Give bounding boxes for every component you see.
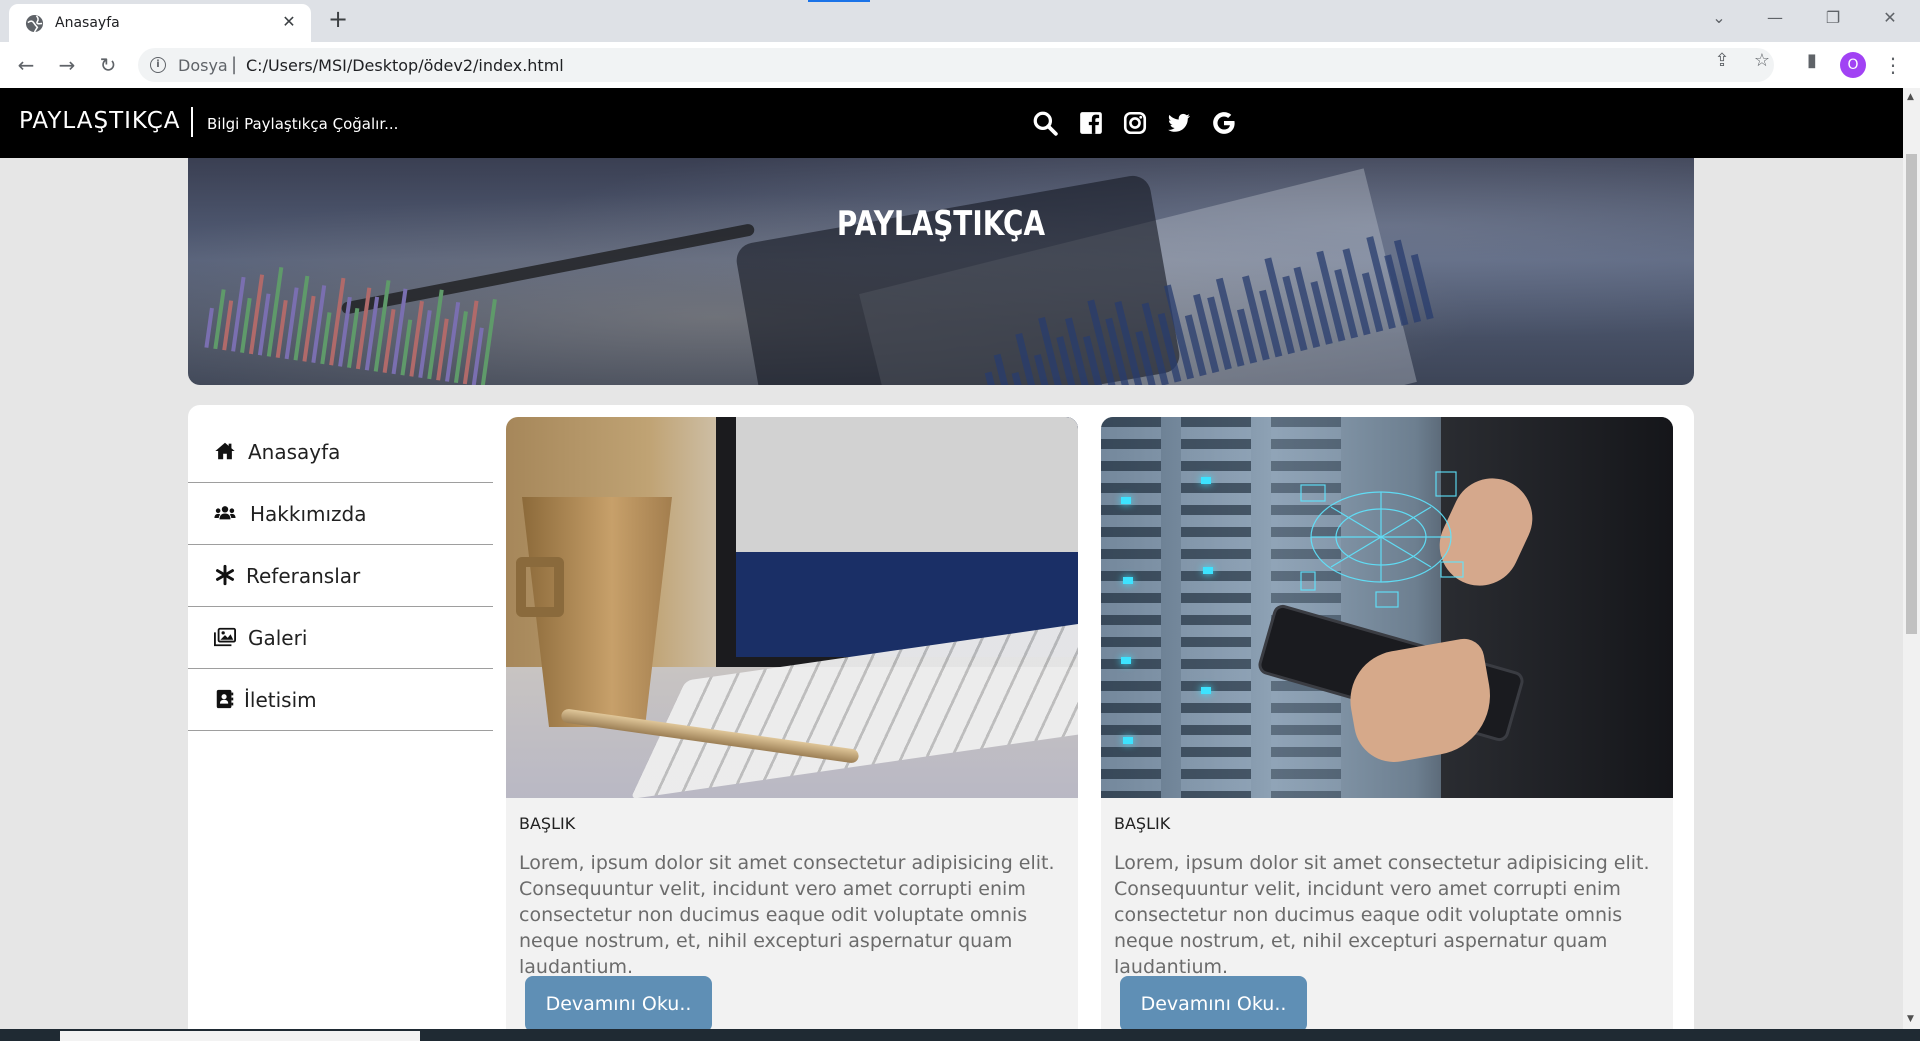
address-bar[interactable]: i Dosya | C:/Users/MSI/Desktop/ödev2/ind… [138, 48, 1774, 82]
sidebar-item-galeri[interactable]: Galeri [188, 607, 493, 669]
twitter-icon[interactable] [1166, 110, 1192, 136]
server-led [1203, 567, 1213, 574]
sidebar-item-label: Galeri [248, 626, 308, 650]
address-separator: | [231, 54, 238, 75]
hero-banner: PAYLAŞTIKÇA [188, 158, 1694, 385]
server-led [1121, 657, 1131, 664]
site-navbar: PAYLAŞTIKÇA Bilgi Paylaştıkça Çoğalır... [0, 88, 1903, 158]
reload-icon[interactable]: ↻ [96, 53, 120, 77]
taskbar-search-box[interactable] [60, 1031, 420, 1041]
sidebar-item-label: Referanslar [246, 564, 361, 588]
brand-divider [191, 107, 193, 137]
side-panel-icon[interactable]: ▮ [1802, 51, 1822, 71]
contact-book-icon [214, 688, 236, 710]
site-brand[interactable]: PAYLAŞTIKÇA [19, 108, 181, 134]
server-rack-graphic [1181, 417, 1251, 798]
share-icon[interactable]: ⇪ [1712, 51, 1732, 71]
site-tagline: Bilgi Paylaştıkça Çoğalır... [207, 115, 399, 133]
sidebar-item-anasayfa[interactable]: Anasayfa [188, 421, 493, 483]
card-text: Lorem, ipsum dolor sit amet consectetur … [1114, 852, 1650, 978]
main-content: Anasayfa Hakkımızda Referanslar Galeri İ… [188, 405, 1694, 1029]
sidebar-item-iletisim[interactable]: İletisim [188, 669, 493, 731]
browser-tab[interactable]: Anasayfa ✕ [9, 4, 311, 42]
sidebar-item-label: İletisim [244, 688, 317, 712]
tab-strip-indicator [808, 0, 870, 2]
server-led [1123, 577, 1133, 584]
server-led [1201, 477, 1211, 484]
browser-tab-bar: Anasayfa ✕ + ⌄ — ❐ ✕ [0, 0, 1920, 42]
back-arrow-icon[interactable]: ← [14, 53, 38, 77]
facebook-icon[interactable] [1078, 110, 1104, 136]
images-icon [214, 626, 236, 648]
scroll-up-arrow-icon[interactable]: ▲ [1907, 92, 1914, 102]
sidebar-menu: Anasayfa Hakkımızda Referanslar Galeri İ… [188, 421, 493, 731]
hero-title: PAYLAŞTIKÇA [836, 204, 1046, 244]
forward-arrow-icon[interactable]: → [55, 53, 79, 77]
asterisk-icon [214, 564, 236, 586]
sidebar-item-label: Hakkımızda [250, 502, 367, 526]
globe-icon [25, 14, 44, 33]
bookmark-star-icon[interactable]: ☆ [1752, 51, 1772, 71]
address-url[interactable]: C:/Users/MSI/Desktop/ödev2/index.html [246, 56, 564, 75]
article-card: BAŞLIK Lorem, ipsum dolor sit amet conse… [506, 417, 1078, 1029]
tab-title: Anasayfa [55, 15, 120, 31]
sidebar-item-referanslar[interactable]: Referanslar [188, 545, 493, 607]
read-more-button[interactable]: Devamını Oku.. [1120, 976, 1307, 1029]
users-icon [214, 502, 236, 524]
server-led [1121, 497, 1131, 504]
site-info-icon[interactable]: i [150, 57, 166, 73]
close-window-button[interactable]: ✕ [1878, 8, 1902, 27]
scrollbar-thumb[interactable] [1906, 154, 1917, 634]
laptop-screen-highlight [736, 417, 1078, 552]
sidebar-item-hakkimizda[interactable]: Hakkımızda [188, 483, 493, 545]
scroll-down-arrow-icon[interactable]: ▼ [1907, 1014, 1914, 1024]
card-heading: BAŞLIK [519, 814, 576, 833]
server-led [1201, 687, 1211, 694]
new-tab-button[interactable]: + [326, 7, 350, 32]
server-led [1123, 737, 1133, 744]
search-icon[interactable] [1032, 110, 1058, 136]
os-taskbar [0, 1029, 1920, 1041]
page-scrollbar[interactable]: ▲ ▼ [1903, 88, 1920, 1029]
card-text: Lorem, ipsum dolor sit amet consectetur … [519, 852, 1055, 978]
mug-handle-graphic [516, 557, 564, 617]
card-heading: BAŞLIK [1114, 814, 1171, 833]
instagram-icon[interactable] [1122, 110, 1148, 136]
close-tab-icon[interactable]: ✕ [279, 12, 299, 32]
card-image-laptop [506, 417, 1078, 800]
page-viewport: PAYLAŞTIKÇA Bilgi Paylaştıkça Çoğalır... [0, 88, 1903, 1029]
card-image-server-tablet [1101, 417, 1673, 798]
profile-avatar[interactable]: O [1840, 52, 1866, 78]
tab-search-icon[interactable]: ⌄ [1707, 8, 1731, 27]
sidebar-item-label: Anasayfa [248, 440, 341, 464]
restore-button[interactable]: ❐ [1821, 8, 1845, 27]
browser-menu-icon[interactable]: ⋮ [1883, 52, 1903, 78]
address-scheme-label: Dosya [178, 56, 228, 75]
minimize-button[interactable]: — [1763, 8, 1787, 27]
browser-toolbar: ← → ↻ i Dosya | C:/Users/MSI/Desktop/öde… [0, 42, 1920, 88]
article-card: BAŞLIK Lorem, ipsum dolor sit amet conse… [1101, 417, 1673, 1029]
read-more-button[interactable]: Devamını Oku.. [525, 976, 712, 1029]
home-icon [214, 440, 236, 462]
cloud-network-graphic [1300, 471, 1464, 608]
google-icon[interactable] [1211, 110, 1237, 136]
